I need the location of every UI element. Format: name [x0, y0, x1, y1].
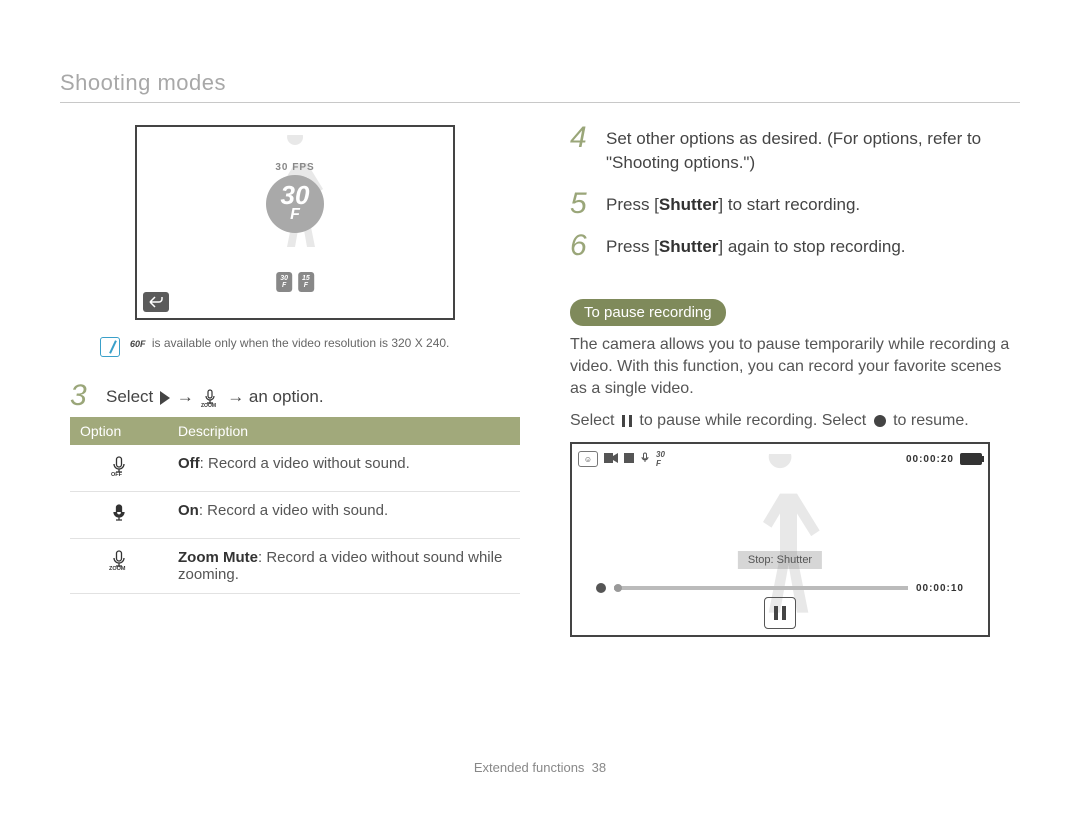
options-table: Option Description OFF Off: Record a vid…	[70, 417, 520, 594]
page-footer: Extended functions 38	[0, 760, 1080, 775]
step-number: 3	[70, 383, 92, 409]
mic-indicator-icon	[640, 452, 650, 467]
table-row: ZOOM Zoom Mute: Record a video without s…	[70, 539, 520, 594]
step3-arrow1: →	[177, 387, 194, 406]
opt-on-label: On	[178, 502, 199, 519]
th-description: Description	[168, 417, 520, 445]
opt-off-label: Off	[178, 455, 200, 472]
screen2-topbar: ☺ 30F 00:00:20	[578, 450, 982, 468]
fps-label: 30 FPS	[266, 162, 324, 173]
pause-select-line: Select to pause while recording. Select …	[570, 410, 1020, 432]
footer-label: Extended functions	[474, 760, 585, 775]
svg-text:OFF: OFF	[111, 472, 123, 477]
step-6: 6 Press [Shutter] again to stop recordin…	[570, 233, 1020, 259]
fps-selection-screen: 30 FPS 30 F 30F 15F	[135, 125, 455, 320]
step6-pre: Press [	[606, 237, 659, 256]
divider	[60, 102, 1020, 103]
mic-off-icon: OFF	[70, 445, 168, 492]
battery-icon	[960, 453, 982, 465]
step3-arrow2: →	[227, 387, 244, 406]
record-dot	[596, 583, 606, 593]
back-arrow-icon	[149, 296, 163, 308]
step-number: 5	[570, 191, 592, 217]
stop-shutter-label: Stop: Shutter	[738, 551, 822, 569]
opt-off-desc: : Record a video without sound.	[200, 455, 410, 472]
step6-bold: Shutter	[659, 237, 719, 256]
section-title: Shooting modes	[60, 70, 1020, 96]
time-total: 00:00:20	[906, 454, 954, 465]
progress-row: 00:00:10	[596, 585, 964, 591]
step3-pre: Select	[106, 387, 153, 406]
step5-pre: Press [	[606, 195, 659, 214]
step5-post: ] to start recording.	[718, 195, 860, 214]
note-icon	[100, 337, 120, 357]
step-4: 4 Set other options as desired. (For opt…	[570, 125, 1020, 175]
note-text: is available only when the video resolut…	[152, 336, 450, 350]
record-icon	[874, 415, 886, 427]
step-number: 6	[570, 233, 592, 259]
pause-select-mid: to pause while recording. Select	[639, 412, 866, 429]
step5-bold: Shutter	[659, 195, 719, 214]
pause-icon	[622, 415, 632, 427]
fps-emblem: 30 FPS 30 F	[266, 162, 324, 233]
step4-text: Set other options as desired. (For optio…	[606, 125, 1020, 175]
mic-zoom-icon: ZOOM	[200, 388, 220, 408]
fps-option-30: 30F	[276, 272, 292, 292]
fps-big-number: 30	[281, 184, 310, 206]
svg-text:ZOOM: ZOOM	[109, 566, 126, 571]
fps-f-letter: F	[290, 206, 300, 224]
opt-zoom-label: Zoom Mute	[178, 549, 258, 566]
recording-screen: ☺ 30F 00:00:20 Stop: Shutter 00:0	[570, 442, 990, 637]
svg-text:ZOOM: ZOOM	[201, 403, 216, 408]
pause-select-pre: Select	[570, 412, 614, 429]
pause-button[interactable]	[764, 597, 796, 629]
step-3: 3 Select → ZOOM → an option.	[70, 383, 520, 409]
fps-circle: 30 F	[266, 175, 324, 233]
pause-paragraph: The camera allows you to pause temporari…	[570, 334, 1020, 400]
step6-post: ] again to stop recording.	[718, 237, 905, 256]
step-number: 4	[570, 125, 592, 151]
mic-on-icon	[70, 492, 168, 539]
video-mode-icon	[604, 453, 618, 466]
time-elapsed: 00:00:10	[916, 583, 964, 594]
mic-zoom-mute-icon: ZOOM	[70, 539, 168, 594]
back-button[interactable]	[143, 292, 169, 312]
step3-post: an option.	[249, 387, 324, 406]
progress-bar	[614, 586, 908, 590]
fps-options-row: 30F 15F	[276, 272, 314, 292]
th-option: Option	[70, 417, 168, 445]
face-icon: ☺	[578, 451, 598, 467]
pause-select-post: to resume.	[893, 412, 969, 429]
pause-heading-pill: To pause recording	[570, 299, 726, 326]
note-60f-icon: 60F	[130, 339, 146, 349]
rec-indicator-icon	[624, 453, 634, 466]
note-row: 60F is available only when the video res…	[70, 332, 520, 367]
opt-on-desc: : Record a video with sound.	[199, 502, 388, 519]
step-5: 5 Press [Shutter] to start recording.	[570, 191, 1020, 217]
footer-page: 38	[592, 760, 606, 775]
fps-option-15: 15F	[298, 272, 314, 292]
table-row: On: Record a video with sound.	[70, 492, 520, 539]
pause-bars-icon	[774, 606, 786, 620]
table-row: OFF Off: Record a video without sound.	[70, 445, 520, 492]
play-icon	[160, 391, 170, 405]
fps-30-indicator: 30F	[656, 450, 665, 468]
